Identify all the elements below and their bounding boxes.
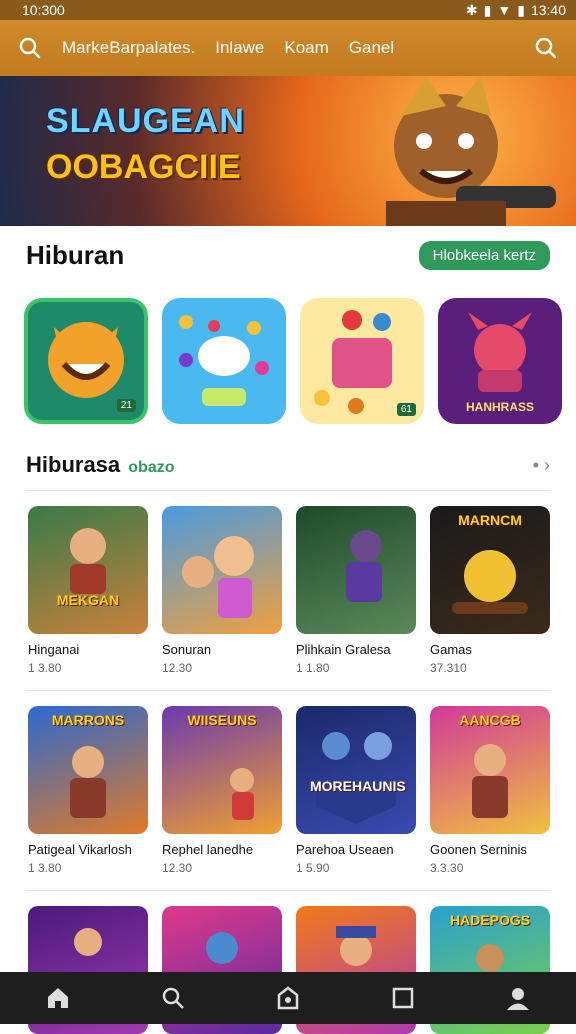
section-hiburan-header: Hiburan Hlobkeela kertz [26,240,550,271]
hero-banner[interactable]: SLAUGEAN OOBAGCIIE [0,76,576,226]
app-name: Patigeal Vikarlosh [28,842,148,857]
nav-item-koam[interactable]: Koam [284,38,328,58]
thumbnail-title: MOREHAUNIS [310,778,402,794]
app-card[interactable]: Sonuran 12.30 [162,506,282,675]
banner-title-line1: SLAUGEAN [46,102,245,141]
app-name: Rephel lanedhe [162,842,282,857]
thumbnail-title: MEKGAN [42,592,134,608]
app-meta: 1 5.90 [296,861,416,875]
app-name: Gamas [430,642,550,657]
thumbnail-art [162,506,282,634]
status-time-right: 13:40 [531,2,566,18]
app-card[interactable]: MARRONS Patigeal Vikarlosh 1 3.80 [28,706,148,875]
section-subtitle: obazo [128,459,174,476]
app-card[interactable]: AANCGB Goonen Serninis 3.3.30 [430,706,550,875]
app-name: Sonuran [162,642,282,657]
app-card[interactable]: MARNCM Gamas 37.310 [430,506,550,675]
app-meta: 12.30 [162,661,282,675]
app-thumbnail [296,506,416,634]
section-hiburasa-header: Hiburasa obazo • › [26,452,550,478]
app-thumbnail: MEKGAN [28,506,148,634]
chevron-right-icon[interactable]: • › [533,455,550,476]
banner-title-line2: OOBAGCIIE [46,148,241,187]
featured-app-tile[interactable] [162,298,286,424]
app-grid-row: MARRONS Patigeal Vikarlosh 1 3.80 WIISEU… [28,706,550,875]
divider [26,890,550,891]
search-icon[interactable] [532,34,560,62]
search-icon[interactable] [16,34,44,62]
app-name: Hinganai [28,642,148,657]
nav-item-marketplace[interactable]: MarkeBarpalates. [62,38,195,58]
divider [26,490,550,491]
battery-icon: ▮ [517,2,525,19]
app-grid-row: MEKGAN Hinganai 1 3.80 Sonuran 12.30 Pli… [28,506,550,675]
shield-icon[interactable] [274,984,302,1012]
divider [26,690,550,691]
signal-icon: ▮ [484,2,492,19]
wifi-icon: ▼ [497,2,511,18]
app-name: Parehoa Useaen [296,842,416,857]
status-bar: 10:300 ✱ ▮ ▼ ▮ 13:40 [0,0,576,20]
profile-icon[interactable] [504,984,532,1012]
app-meta: 1 3.80 [28,661,148,675]
app-meta: 3.3.30 [430,861,550,875]
bottom-navigation [0,972,576,1024]
thumbnail-art [28,506,148,634]
app-thumbnail: AANCGB [430,706,550,834]
featured-apps-row: 21 61 HANHRASS [24,298,562,424]
thumbnail-title: MARRONS [42,712,134,728]
featured-app-tile[interactable]: 61 [300,298,424,424]
app-card[interactable]: Plihkain Gralesa 1 1.80 [296,506,416,675]
thumbnail-title: WIISEUNS [176,712,268,728]
thumbnail-art [296,706,416,834]
app-name: Plihkain Gralesa [296,642,416,657]
see-all-button[interactable]: Hlobkeela kertz [419,241,550,270]
app-thumbnail: MARNCM [430,506,550,634]
featured-app-tile[interactable]: 21 [24,298,148,424]
app-card[interactable]: MOREHAUNIS Parehoa Useaen 1 5.90 [296,706,416,875]
home-icon[interactable] [44,984,72,1012]
search-icon[interactable] [159,984,187,1012]
banner-character-art [306,76,556,226]
app-card[interactable]: MEKGAN Hinganai 1 3.80 [28,506,148,675]
thumbnail-title: HADEPOGS [444,912,536,928]
app-meta: 1 3.80 [28,861,148,875]
app-thumbnail: MOREHAUNIS [296,706,416,834]
app-thumbnail: WIISEUNS [162,706,282,834]
square-icon[interactable] [389,984,417,1012]
thumbnail-title: MARNCM [444,512,536,528]
nav-item-inlawe[interactable]: Inlawe [215,38,264,58]
app-thumbnail: MARRONS [28,706,148,834]
app-name: Goonen Serninis [430,842,550,857]
thumbnail-title: AANCGB [444,712,536,728]
app-meta: 1 1.80 [296,661,416,675]
status-icons: ✱ ▮ ▼ ▮ 13:40 [466,2,566,19]
section-title: Hiburasa obazo [26,452,175,478]
featured-app-tile[interactable]: HANHRASS [438,298,562,424]
thumbnail-art [296,506,416,634]
app-badge: 21 [117,399,136,412]
app-meta: 37.310 [430,661,550,675]
app-icon-art [162,298,286,424]
app-badge: 61 [397,403,416,416]
status-time-left: 10:300 [22,2,65,18]
app-card[interactable]: WIISEUNS Rephel lanedhe 12.30 [162,706,282,875]
app-tile-label: HANHRASS [438,400,562,414]
section-title-text: Hiburasa [26,452,120,477]
nav-item-ganel[interactable]: Ganel [349,38,394,58]
app-thumbnail [162,506,282,634]
top-app-bar: MarkeBarpalates. Inlawe Koam Ganel [0,20,576,76]
app-meta: 12.30 [162,861,282,875]
top-nav: MarkeBarpalates. Inlawe Koam Ganel [62,38,532,58]
section-title: Hiburan [26,240,124,271]
bluetooth-icon: ✱ [466,2,478,19]
